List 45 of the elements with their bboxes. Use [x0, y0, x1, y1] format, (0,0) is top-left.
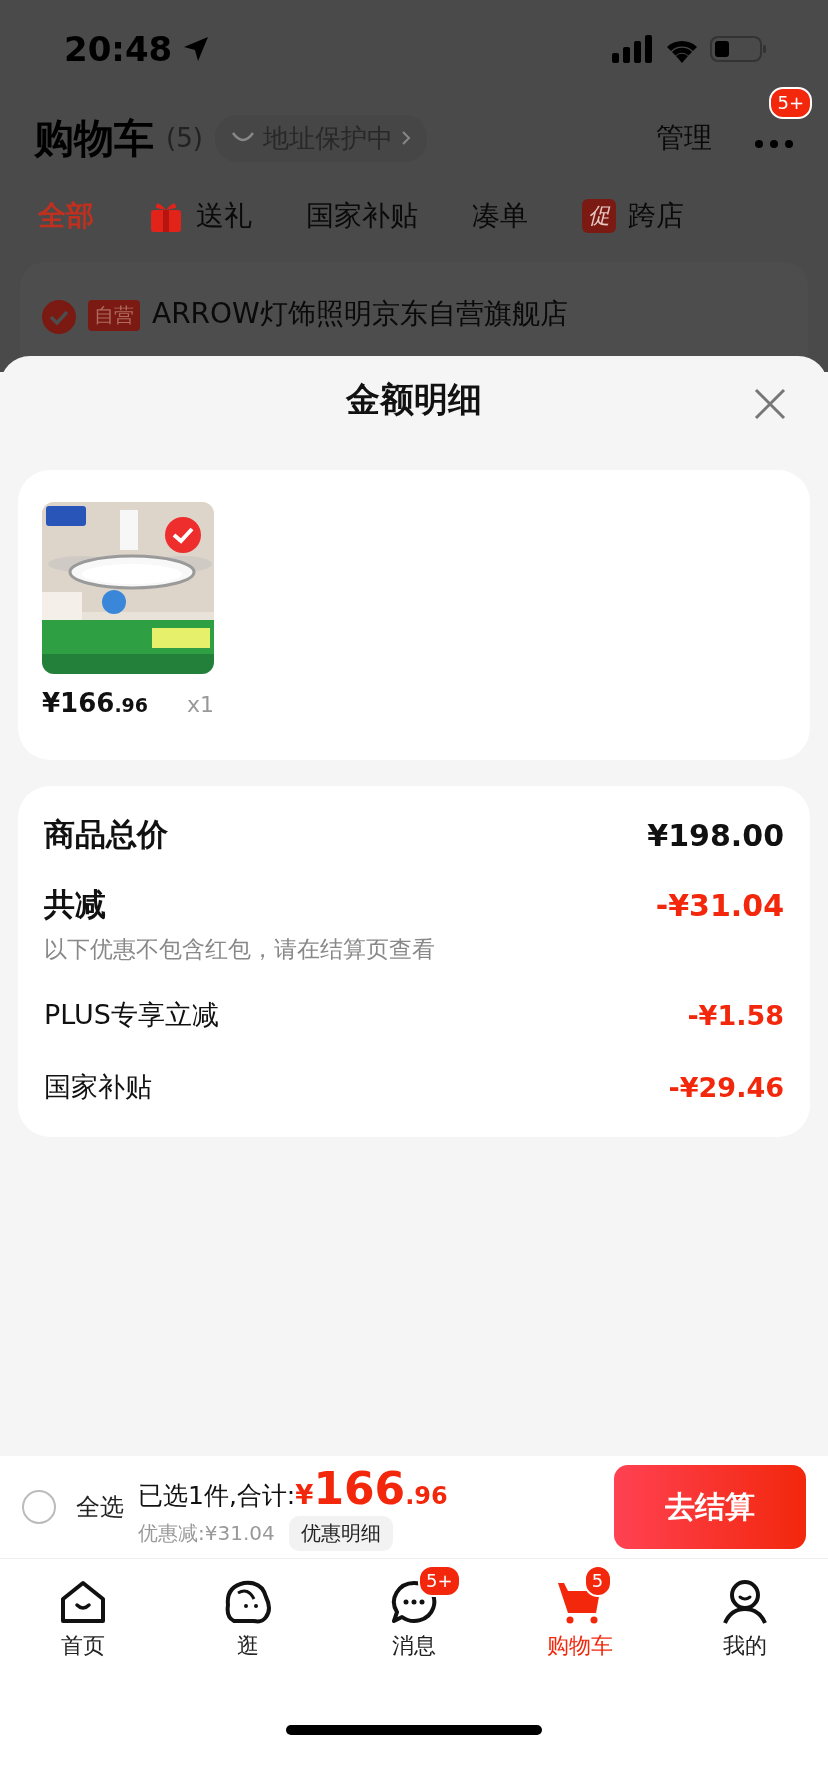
- item-quantity: x1: [186, 692, 214, 717]
- filter-tab[interactable]: 促 跨店: [582, 197, 684, 236]
- summary-label: 国家补贴: [44, 1070, 152, 1104]
- mascot-face-icon: [224, 1579, 273, 1625]
- tab-bar-item[interactable]: 首页: [0, 1559, 166, 1668]
- summary-amount: ¥198.00: [647, 817, 784, 853]
- more-icon[interactable]: [754, 138, 794, 149]
- checkout-button[interactable]: 去结算: [614, 1465, 806, 1549]
- summary-note: 以下优惠不包含红包，请在结算页查看: [44, 935, 436, 964]
- summary-label: PLUS专享立减: [44, 998, 219, 1032]
- home-icon: [58, 1579, 107, 1625]
- filter-tab[interactable]: 送礼: [148, 197, 252, 236]
- promo-badge: 促: [582, 199, 616, 234]
- status-time: 20:48: [64, 29, 173, 70]
- selected-check-icon[interactable]: [164, 516, 202, 554]
- select-all-checkbox[interactable]: [22, 1490, 56, 1524]
- summary-amount: -¥31.04: [655, 887, 784, 923]
- chevron-right-icon: [400, 130, 411, 147]
- page-title: 购物车: [34, 113, 154, 163]
- summary-label: 商品总价: [44, 815, 168, 854]
- filter-tab[interactable]: 国家补贴: [306, 197, 418, 236]
- checked-circle-icon[interactable]: [42, 300, 76, 334]
- notification-badge: 5+: [769, 86, 812, 119]
- sheet-title: 金额明细: [346, 378, 482, 421]
- discount-detail-button[interactable]: 优惠明细: [288, 1516, 393, 1551]
- battery-icon: [710, 35, 768, 64]
- filter-tab[interactable]: 凑单: [472, 197, 528, 236]
- total-price: ¥166.96: [295, 1463, 448, 1514]
- tab-bar-item[interactable]: 我的: [662, 1559, 828, 1668]
- discount-summary: 优惠减:¥31.04: [138, 1520, 275, 1547]
- tab-badge: 5: [583, 1565, 612, 1597]
- selected-summary: 已选1件,合计:: [138, 1480, 296, 1512]
- tab-badge: 5+: [418, 1565, 461, 1597]
- summary-label: 共减: [44, 885, 106, 924]
- tab-bar-item[interactable]: 逛: [165, 1559, 332, 1668]
- summary-amount: -¥29.46: [668, 1071, 784, 1103]
- manage-link[interactable]: 管理: [656, 119, 712, 158]
- tab-bar-item[interactable]: 5+ 消息: [331, 1559, 497, 1668]
- select-all-label[interactable]: 全选: [76, 1491, 124, 1523]
- signal-icon: [612, 35, 654, 64]
- tab-bar-item[interactable]: 5 购物车: [496, 1559, 663, 1668]
- store-name[interactable]: ARROW灯饰照明京东自营旗舰店: [152, 300, 568, 328]
- self-operated-tag: 自营: [88, 300, 140, 331]
- summary-amount: -¥1.58: [687, 999, 784, 1031]
- item-price: ¥166.96: [42, 688, 149, 718]
